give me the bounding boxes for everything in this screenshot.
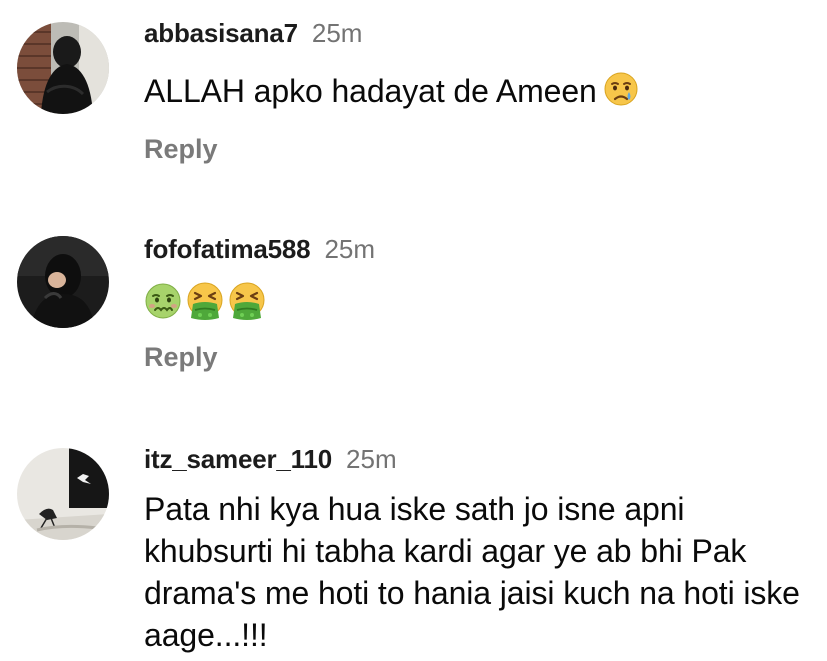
- timestamp: 25m: [324, 234, 376, 264]
- comment-text: Pata nhi kya hua iske sath jo isne apni …: [144, 491, 800, 653]
- username-link[interactable]: abbasisana7: [144, 18, 298, 49]
- username-link[interactable]: itz_sameer_110: [144, 444, 332, 475]
- reply-button[interactable]: Reply: [144, 134, 218, 165]
- reply-button[interactable]: Reply: [144, 342, 218, 373]
- timestamp: 25m: [311, 18, 363, 48]
- comment-meta: fofofatima588 25m: [144, 234, 817, 268]
- timestamp: 25m: [346, 444, 397, 474]
- comment-meta: abbasisana7 25m: [144, 18, 817, 52]
- avatar[interactable]: [17, 448, 109, 540]
- avatar[interactable]: [17, 236, 109, 328]
- crying-face-icon: [603, 71, 639, 107]
- vomiting-face-icon: [186, 282, 224, 320]
- comment-text-content: ALLAH apko hadayat de Ameen: [144, 73, 597, 109]
- comment-text: ALLAH apko hadayat de Ameen: [144, 70, 817, 112]
- avatar-image-icon: [17, 22, 109, 114]
- comment-body: fofofatima588 25m Reply: [144, 234, 817, 373]
- comment-body: abbasisana7 25m ALLAH apko hadayat de Am…: [144, 18, 817, 165]
- avatar[interactable]: [17, 22, 109, 114]
- avatar-image-icon: [17, 236, 109, 328]
- comments-list: abbasisana7 25m ALLAH apko hadayat de Am…: [0, 0, 827, 661]
- comment-meta: itz_sameer_110 25m: [144, 444, 817, 478]
- nauseated-face-icon: [144, 282, 182, 320]
- comment-emojis: [144, 280, 817, 322]
- avatar-image-icon: [17, 448, 109, 540]
- comment-body: itz_sameer_110 25m Pata nhi kya hua iske…: [144, 444, 817, 656]
- username-link[interactable]: fofofatima588: [144, 234, 311, 265]
- vomiting-face-icon: [228, 282, 266, 320]
